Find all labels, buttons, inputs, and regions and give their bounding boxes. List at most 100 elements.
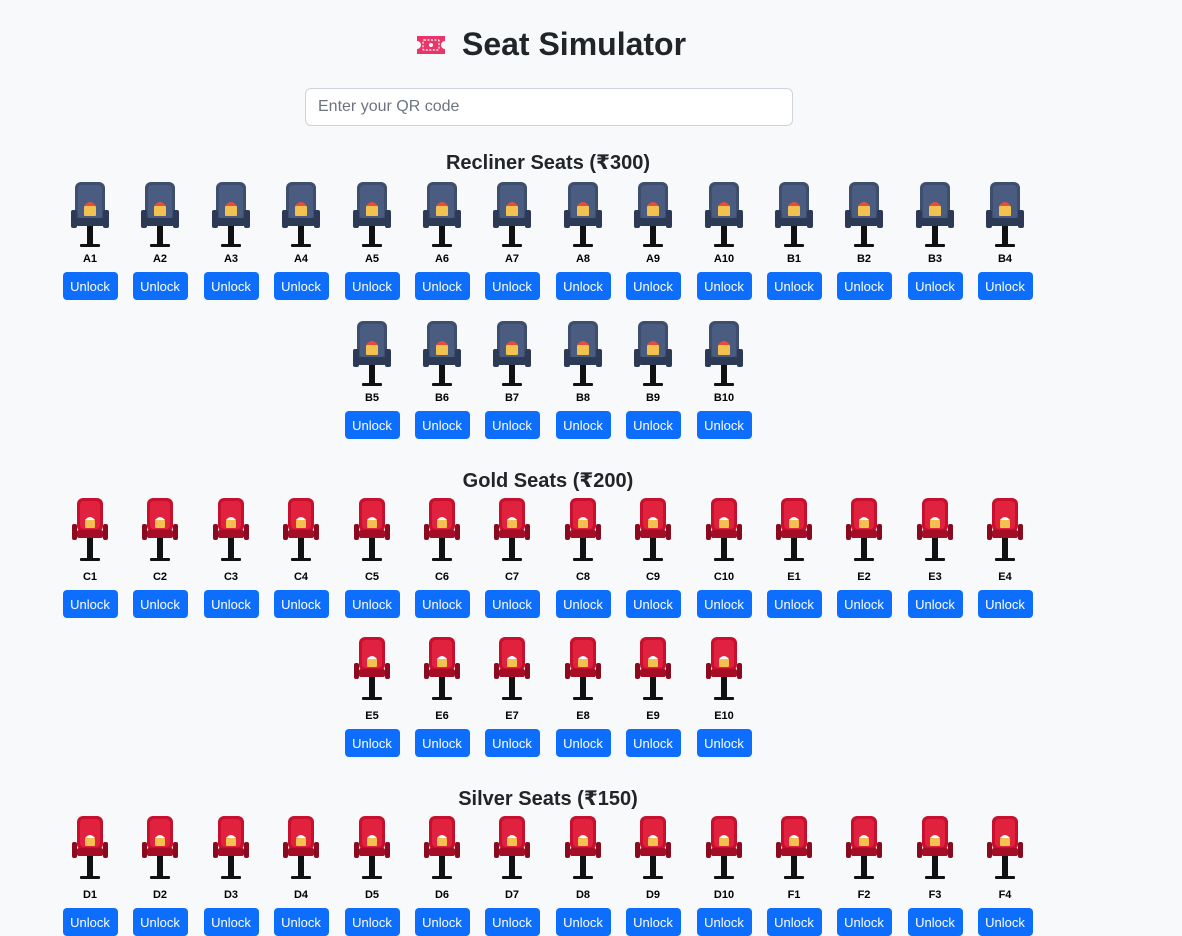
unlock-button[interactable]: Unlock	[273, 272, 329, 300]
unlock-button[interactable]: Unlock	[836, 272, 892, 300]
seat-label: B4	[997, 253, 1013, 265]
seat-label: C1	[82, 571, 98, 583]
unlock-button[interactable]: Unlock	[766, 272, 822, 300]
unlock-button[interactable]: Unlock	[203, 272, 259, 300]
red-seat-icon	[354, 816, 390, 879]
seat-label: C3	[223, 571, 239, 583]
unlock-button[interactable]: Unlock	[555, 590, 611, 618]
unlock-button[interactable]: Unlock	[836, 590, 892, 618]
unlock-button[interactable]: Unlock	[344, 411, 400, 439]
unlock-button[interactable]: Unlock	[414, 411, 470, 439]
seat-e5: E5 Unlock	[344, 637, 400, 757]
unlock-button[interactable]: Unlock	[484, 411, 540, 439]
unlock-button[interactable]: Unlock	[62, 272, 118, 300]
seat-label: E5	[365, 710, 379, 722]
unlock-button[interactable]: Unlock	[414, 729, 470, 757]
red-seat-icon	[283, 816, 319, 879]
unlock-button[interactable]: Unlock	[907, 272, 963, 300]
unlock-button[interactable]: Unlock	[132, 272, 188, 300]
unlock-button[interactable]: Unlock	[766, 590, 822, 618]
seat-b8: B8 Unlock	[555, 319, 611, 439]
unlock-button[interactable]: Unlock	[132, 590, 188, 618]
unlock-button[interactable]: Unlock	[484, 908, 540, 936]
unlock-button[interactable]: Unlock	[696, 729, 752, 757]
red-seat-icon	[776, 816, 812, 879]
unlock-button[interactable]: Unlock	[555, 908, 611, 936]
unlock-button[interactable]: Unlock	[696, 272, 752, 300]
unlock-button[interactable]: Unlock	[766, 908, 822, 936]
unlock-button[interactable]: Unlock	[484, 590, 540, 618]
seat-d4: D4 Unlock	[273, 816, 329, 936]
unlock-button[interactable]: Unlock	[132, 908, 188, 936]
unlock-button[interactable]: Unlock	[625, 411, 681, 439]
unlock-button[interactable]: Unlock	[414, 908, 470, 936]
seat-label: E7	[505, 710, 519, 722]
unlock-button[interactable]: Unlock	[344, 272, 400, 300]
ticket-icon	[416, 35, 445, 54]
unlock-button[interactable]: Unlock	[484, 272, 540, 300]
red-seat-icon	[635, 816, 671, 879]
section-title: Gold Seats (₹200)	[462, 470, 634, 492]
unlock-button[interactable]: Unlock	[414, 590, 470, 618]
seat-label: E10	[714, 710, 734, 722]
red-seat-icon	[72, 816, 108, 879]
red-seat-icon	[494, 498, 530, 561]
recliner-seat-icon	[564, 321, 602, 386]
unlock-button[interactable]: Unlock	[625, 908, 681, 936]
seat-label: B7	[504, 392, 520, 404]
unlock-button[interactable]: Unlock	[696, 590, 752, 618]
seat-e8: E8 Unlock	[555, 637, 611, 757]
unlock-button[interactable]: Unlock	[62, 908, 118, 936]
seat-label: C8	[575, 571, 591, 583]
unlock-button[interactable]: Unlock	[203, 908, 259, 936]
unlock-button[interactable]: Unlock	[907, 590, 963, 618]
seat-c2: C2 Unlock	[132, 498, 188, 618]
unlock-button[interactable]: Unlock	[344, 908, 400, 936]
unlock-button[interactable]: Unlock	[203, 590, 259, 618]
unlock-button[interactable]: Unlock	[977, 908, 1033, 936]
seat-b7: B7 Unlock	[484, 319, 540, 439]
red-seat-icon	[987, 816, 1023, 879]
seat-label: E4	[998, 571, 1012, 583]
seat-label: E2	[857, 571, 871, 583]
unlock-button[interactable]: Unlock	[977, 272, 1033, 300]
seat-label: F2	[857, 889, 871, 901]
qr-code-input[interactable]	[305, 88, 793, 126]
red-seat-icon	[142, 816, 178, 879]
seat-label: A6	[434, 253, 450, 265]
unlock-button[interactable]: Unlock	[625, 590, 681, 618]
seat-d2: D2 Unlock	[132, 816, 188, 936]
seat-b1: B1 Unlock	[766, 180, 822, 300]
seat-label: D6	[434, 889, 450, 901]
unlock-button[interactable]: Unlock	[696, 411, 752, 439]
recliner-seat-icon	[916, 182, 954, 247]
unlock-button[interactable]: Unlock	[555, 272, 611, 300]
seat-b5: B5 Unlock	[344, 319, 400, 439]
seat-d3: D3 Unlock	[203, 816, 259, 936]
unlock-button[interactable]: Unlock	[484, 729, 540, 757]
seat-label: E1	[787, 571, 801, 583]
unlock-button[interactable]: Unlock	[273, 908, 329, 936]
unlock-button[interactable]: Unlock	[273, 590, 329, 618]
seat-label: B9	[645, 392, 661, 404]
unlock-button[interactable]: Unlock	[977, 590, 1033, 618]
unlock-button[interactable]: Unlock	[625, 729, 681, 757]
red-seat-icon	[846, 816, 882, 879]
unlock-button[interactable]: Unlock	[555, 729, 611, 757]
unlock-button[interactable]: Unlock	[555, 411, 611, 439]
unlock-button[interactable]: Unlock	[836, 908, 892, 936]
unlock-button[interactable]: Unlock	[414, 272, 470, 300]
unlock-button[interactable]: Unlock	[62, 590, 118, 618]
seat-a3: A3 Unlock	[203, 180, 259, 300]
recliner-seat-icon	[493, 321, 531, 386]
unlock-button[interactable]: Unlock	[696, 908, 752, 936]
unlock-button[interactable]: Unlock	[344, 590, 400, 618]
seat-e7: E7 Unlock	[484, 637, 540, 757]
recliner-seat-icon	[564, 182, 602, 247]
unlock-button[interactable]: Unlock	[625, 272, 681, 300]
recliner-seat-icon	[705, 321, 743, 386]
unlock-button[interactable]: Unlock	[907, 908, 963, 936]
recliner-seat-icon	[986, 182, 1024, 247]
unlock-button[interactable]: Unlock	[344, 729, 400, 757]
seat-label: D8	[575, 889, 591, 901]
